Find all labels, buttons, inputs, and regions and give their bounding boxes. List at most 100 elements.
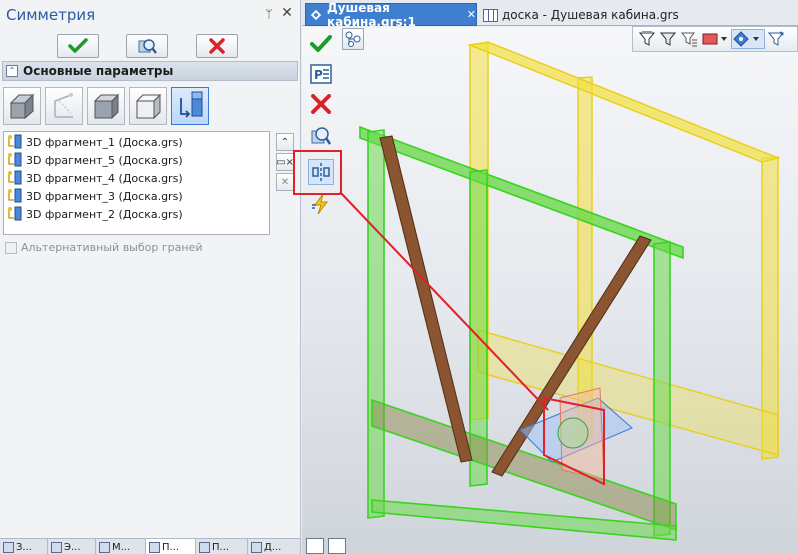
tab-label: Душевая кабина.grs:1 [327, 0, 416, 29]
tab-document[interactable]: доска - Душевая кабина.grs [480, 5, 710, 25]
remove-item-button[interactable]: ▭× [276, 153, 294, 171]
box-outline-icon [135, 93, 162, 120]
fragment-icon [8, 134, 22, 149]
model-icon [99, 541, 110, 553]
structure-tree-button[interactable] [342, 28, 364, 50]
list-item[interactable]: 3D фрагмент_4 (Доска.grs) [4, 169, 269, 187]
yellow-frame [467, 41, 781, 460]
list-item[interactable]: 3D фрагмент_1 (Доска.grs) [4, 133, 269, 151]
preview-button[interactable] [126, 34, 168, 58]
filter-icon [639, 31, 655, 46]
panel-tab[interactable]: П... [196, 539, 248, 554]
filter-elements-icon [681, 32, 697, 47]
checkmark-icon [68, 38, 88, 53]
app-window: Симметрия ᛘ ✕ ⌃ Основные параметры 3D фр… [0, 0, 798, 554]
list-item-label: 3D фрагмент_1 (Доска.grs) [26, 135, 183, 149]
filter-settings-button[interactable] [766, 29, 786, 49]
panel-tab[interactable]: М... [96, 539, 146, 554]
snap-icon [733, 31, 759, 47]
document-tab-bar: Душевая кабина.grs:1 ✕ доска - Душевая к… [302, 0, 798, 29]
tab-close-icon[interactable]: ✕ [467, 8, 476, 21]
list-item[interactable]: 3D фрагмент_5 (Доска.grs) [4, 151, 269, 169]
tab-document-active[interactable]: Душевая кабина.grs:1 ✕ [305, 0, 477, 29]
panel-tab-label: Э... [64, 541, 81, 553]
filter-objects-button[interactable] [658, 29, 678, 49]
single-view-button[interactable] [328, 538, 346, 554]
properties-panel: Симметрия ᛘ ✕ ⌃ Основные параметры 3D фр… [0, 0, 301, 554]
list-item-label: 3D фрагмент_4 (Доска.grs) [26, 171, 183, 185]
filter-settings-icon [768, 31, 784, 46]
tree-icon [3, 541, 14, 553]
filter-objects-icon [660, 32, 676, 46]
3d-viewport[interactable] [302, 27, 798, 554]
section-title: Основные параметры [23, 64, 174, 78]
box-icon [93, 93, 120, 120]
preview-icon [311, 127, 332, 145]
list-item[interactable]: 3D фрагмент_2 (Доска.grs) [4, 205, 269, 223]
green-frame [359, 125, 684, 541]
svg-text:P: P [314, 68, 323, 82]
preview-command-button[interactable] [308, 123, 334, 149]
panel-tab[interactable]: Д... [248, 539, 301, 554]
command-toolbar: P [305, 28, 337, 228]
mode-box-outline-button[interactable] [129, 87, 167, 125]
snap-mode-dropdown[interactable] [731, 29, 765, 49]
list-item-label: 3D фрагмент_3 (Доска.grs) [26, 189, 183, 203]
panel-bottom-tabs: З... Э... М... П... П... Д... [0, 538, 301, 554]
alt-face-selection-label: Альтернативный выбор граней [21, 241, 203, 254]
split-view-button[interactable] [306, 538, 324, 554]
panel-tab[interactable]: П... [146, 539, 196, 554]
face-icon [9, 93, 35, 120]
viewport-layout-buttons [306, 538, 350, 554]
fragment-icon [8, 188, 22, 203]
move-up-button[interactable]: ⌃ [276, 133, 294, 151]
panel-tab[interactable]: Э... [48, 539, 96, 554]
collapse-icon[interactable]: ⌃ [6, 65, 18, 77]
fragment-icon [8, 152, 22, 167]
panel-tab[interactable]: З... [0, 539, 48, 554]
preview-icon [138, 39, 157, 54]
alt-face-selection-checkbox[interactable] [5, 242, 17, 254]
parameters-icon: P [310, 64, 332, 84]
annotation-highlight-box [293, 150, 342, 195]
panel-tab-label: П... [162, 541, 180, 553]
mode-box-button[interactable] [87, 87, 125, 125]
ok-button[interactable] [57, 34, 99, 58]
document-3d-icon [310, 9, 322, 20]
panel-title: Симметрия [6, 6, 96, 24]
x-icon [311, 94, 331, 114]
cancel-command-button[interactable] [308, 91, 334, 117]
parameters-icon [149, 541, 160, 553]
list-item-label: 3D фрагмент_5 (Доска.grs) [26, 153, 183, 167]
x-icon [209, 38, 225, 54]
warning-icon [251, 541, 262, 553]
mode-edge-button[interactable] [45, 87, 83, 125]
fragment-icon [8, 206, 22, 221]
hierarchy-icon [345, 31, 361, 47]
elements-icon [51, 541, 62, 553]
color-swatch-icon [702, 33, 727, 45]
apply-button[interactable] [308, 31, 334, 57]
selection-filter-toolbar [632, 26, 798, 52]
filter-elements-button[interactable] [679, 29, 699, 49]
model-scene [339, 41, 781, 541]
drawing-icon [483, 8, 498, 22]
panel-tab-label: З... [16, 541, 32, 553]
cancel-button[interactable] [196, 34, 238, 58]
mode-fragment-button[interactable] [171, 87, 209, 125]
panel-tab-label: П... [212, 541, 230, 553]
color-filter-dropdown[interactable] [700, 29, 730, 49]
lightning-icon [312, 193, 328, 215]
section-header[interactable]: ⌃ Основные параметры [2, 61, 298, 81]
pin-icon[interactable]: ᛘ [262, 6, 276, 22]
object-list[interactable]: 3D фрагмент_1 (Доска.grs) 3D фрагмент_5 … [3, 131, 270, 235]
close-icon[interactable]: ✕ [280, 5, 294, 21]
checkmark-icon [310, 35, 332, 52]
fragment-icon [8, 170, 22, 185]
list-item[interactable]: 3D фрагмент_3 (Доска.grs) [4, 187, 269, 205]
parameters-button[interactable]: P [308, 61, 334, 87]
mode-face-button[interactable] [3, 87, 41, 125]
filter-button[interactable] [637, 29, 657, 49]
panel-tab-label: Д... [264, 541, 282, 553]
clear-list-button[interactable]: ✕ [276, 173, 294, 191]
